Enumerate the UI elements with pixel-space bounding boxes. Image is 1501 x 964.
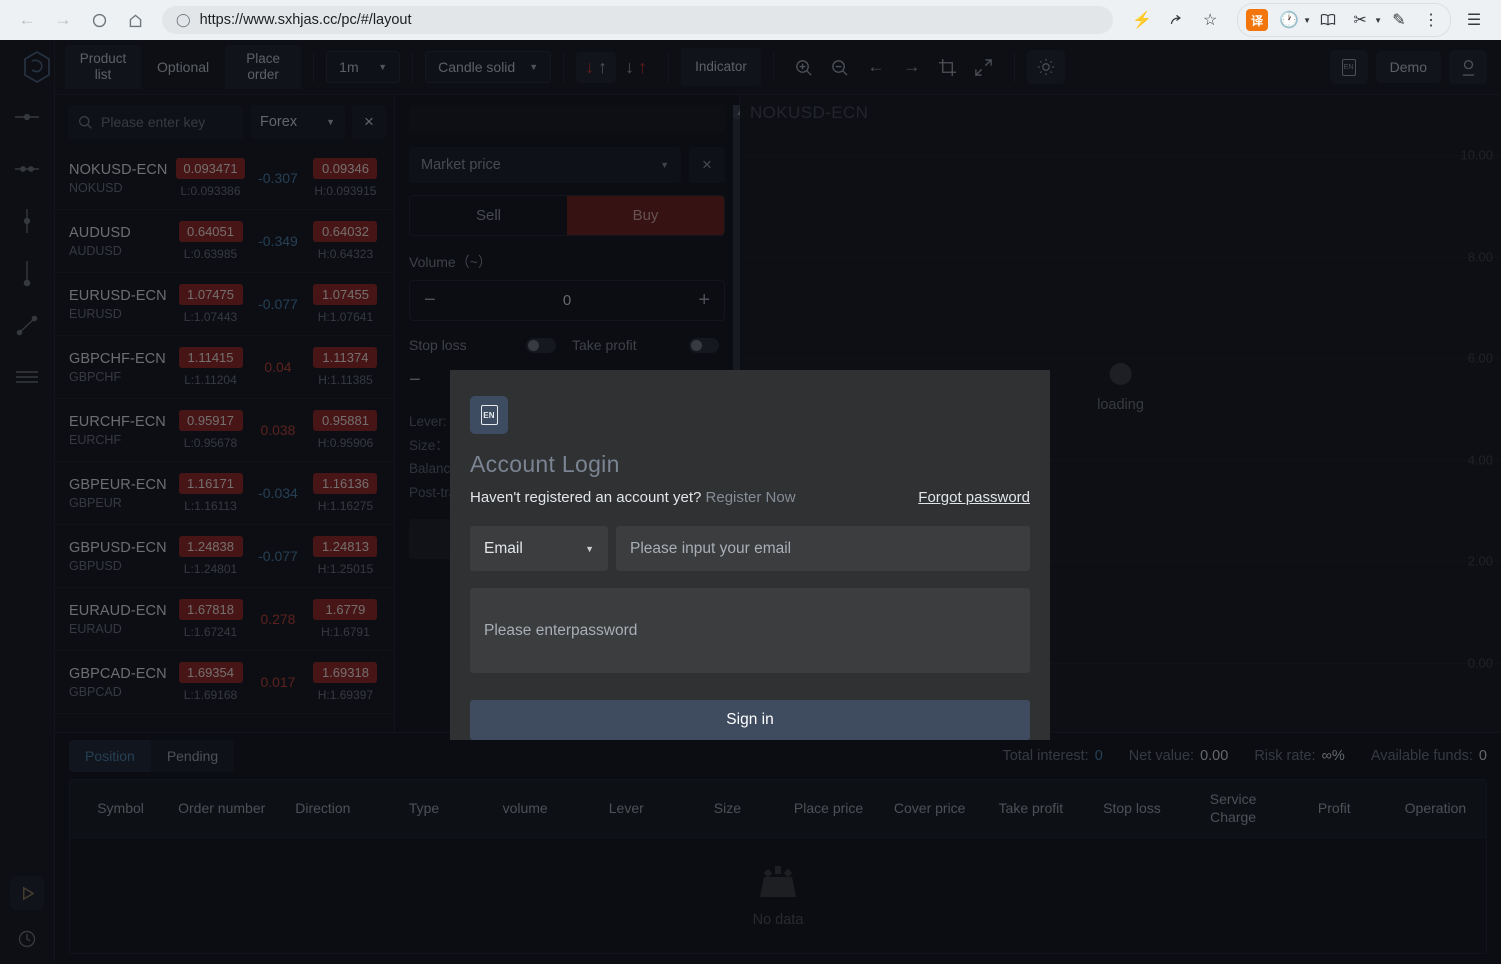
url-text: https://www.sxhjas.cc/pc/#/layout <box>199 12 412 28</box>
forgot-password-link[interactable]: Forgot password <box>918 489 1030 506</box>
account-type-select[interactable]: Email ▼ <box>470 526 608 571</box>
history-icon[interactable]: 🕐 <box>1274 5 1304 35</box>
modal-subrow: Haven't registered an account yet? Regis… <box>470 489 1030 506</box>
chevron-down-icon: ▼ <box>585 543 594 554</box>
forward-arrow-icon[interactable]: → <box>48 5 78 35</box>
modal-title: Account Login <box>470 451 620 477</box>
language-badge-icon[interactable]: EN <box>470 396 508 434</box>
translate-badge: 译 <box>1246 9 1269 31</box>
account-login-modal: EN Account Login Haven't registered an a… <box>450 370 1050 740</box>
lightning-icon[interactable]: ⚡ <box>1127 5 1157 35</box>
translate-icon[interactable]: 译 <box>1242 5 1272 35</box>
app-window: Product list Optional Place order 1m ▼ C… <box>0 40 1501 964</box>
register-prompt-text: Haven't registered an account yet? <box>470 489 702 506</box>
email-field[interactable]: Please input your email <box>616 526 1030 571</box>
sign-in-button[interactable]: Sign in <box>470 700 1030 740</box>
reading-list-icon[interactable] <box>1313 5 1343 35</box>
home-icon[interactable] <box>120 5 150 35</box>
password-placeholder: Please enterpassword <box>484 621 638 639</box>
pen-icon[interactable]: ✎ <box>1384 5 1414 35</box>
chevron-down-icon[interactable]: ▼ <box>1303 16 1311 25</box>
scissors-icon[interactable]: ✂ <box>1345 5 1375 35</box>
hamburger-menu-icon[interactable]: ☰ <box>1459 5 1489 35</box>
chevron-down-icon-2[interactable]: ▼ <box>1374 16 1382 25</box>
back-arrow-icon[interactable]: ← <box>12 5 42 35</box>
register-now-link[interactable]: Register Now <box>706 489 796 506</box>
password-field[interactable]: Please enterpassword <box>470 588 1030 673</box>
more-icon[interactable]: ⋮ <box>1416 5 1446 35</box>
address-bar[interactable]: ◯ https://www.sxhjas.cc/pc/#/layout <box>162 6 1114 34</box>
star-icon[interactable]: ☆ <box>1195 5 1225 35</box>
account-type-value: Email <box>484 539 523 557</box>
reload-icon[interactable] <box>84 5 114 35</box>
language-badge-text: EN <box>480 405 498 425</box>
search-icon: ◯ <box>176 12 191 27</box>
email-placeholder: Please input your email <box>630 539 792 557</box>
account-field-row: Email ▼ Please input your email <box>470 526 1030 571</box>
extensions-group: 译 🕐 ▼ ✂ ▼ ✎ ⋮ <box>1237 3 1451 37</box>
share-icon[interactable] <box>1161 5 1191 35</box>
browser-toolbar: ← → ◯ https://www.sxhjas.cc/pc/#/layout … <box>0 0 1501 40</box>
browser-actions: ⚡ ☆ 译 🕐 ▼ ✂ ▼ ✎ ⋮ ☰ <box>1127 3 1489 37</box>
register-prompt: Haven't registered an account yet? Regis… <box>470 489 796 506</box>
